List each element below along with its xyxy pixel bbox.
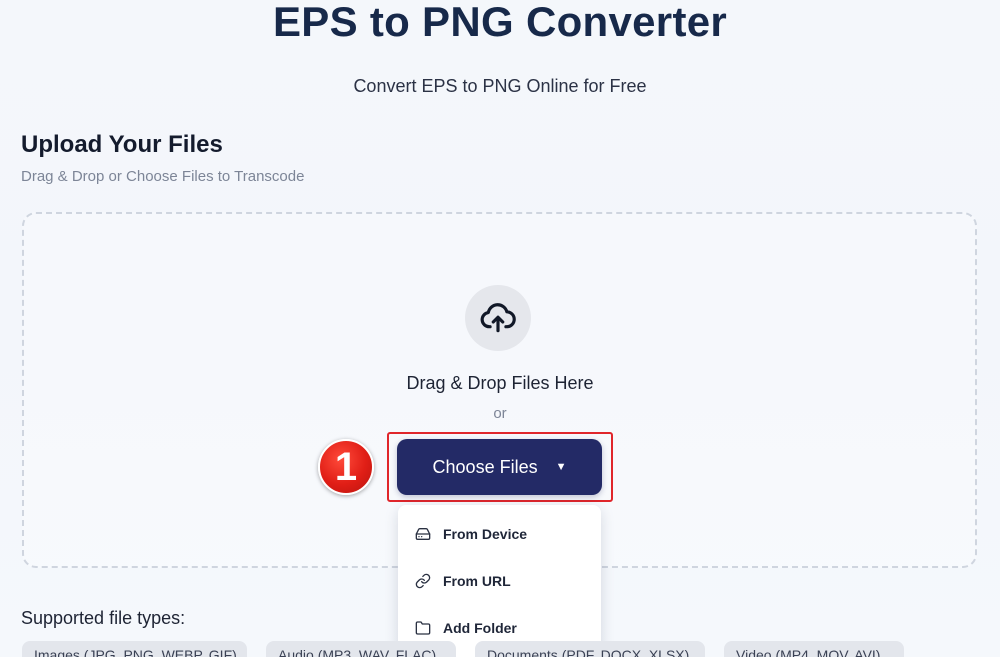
file-type-chip: Audio (MP3, WAV, FLAC) xyxy=(266,641,456,657)
file-type-chip: Images (JPG, PNG, WEBP, GIF) xyxy=(22,641,247,657)
cloud-upload-icon xyxy=(465,285,531,351)
choose-files-label: Choose Files xyxy=(432,456,538,477)
menu-item-label: From Device xyxy=(443,526,528,542)
folder-icon xyxy=(415,621,431,635)
file-type-chip: Video (MP4, MOV, AVI) xyxy=(724,641,904,657)
step-badge: 1 xyxy=(318,439,374,495)
choose-files-button[interactable]: Choose Files ▼ xyxy=(397,439,602,495)
upload-section-title: Upload Your Files xyxy=(21,131,223,158)
file-type-chip: Documents (PDF, DOCX, XLSX) xyxy=(475,641,705,657)
upload-section-subtitle: Drag & Drop or Choose Files to Transcode xyxy=(21,168,305,185)
page-subtitle: Convert EPS to PNG Online for Free xyxy=(353,76,647,96)
menu-item-from-device[interactable]: From Device xyxy=(398,516,601,552)
menu-item-from-url[interactable]: From URL xyxy=(398,563,601,599)
hard-drive-icon xyxy=(415,528,431,540)
drag-drop-text: Drag & Drop Files Here xyxy=(406,373,594,393)
or-separator: or xyxy=(493,405,507,422)
caret-down-icon: ▼ xyxy=(555,461,567,473)
choose-files-dropdown-menu: From Device From URL Add Folder xyxy=(398,505,601,657)
page-title: EPS to PNG Converter xyxy=(272,0,728,45)
menu-item-label: Add Folder xyxy=(443,620,517,636)
menu-item-label: From URL xyxy=(443,573,511,589)
supported-file-types-label: Supported file types: xyxy=(21,608,186,628)
link-icon xyxy=(415,573,431,589)
